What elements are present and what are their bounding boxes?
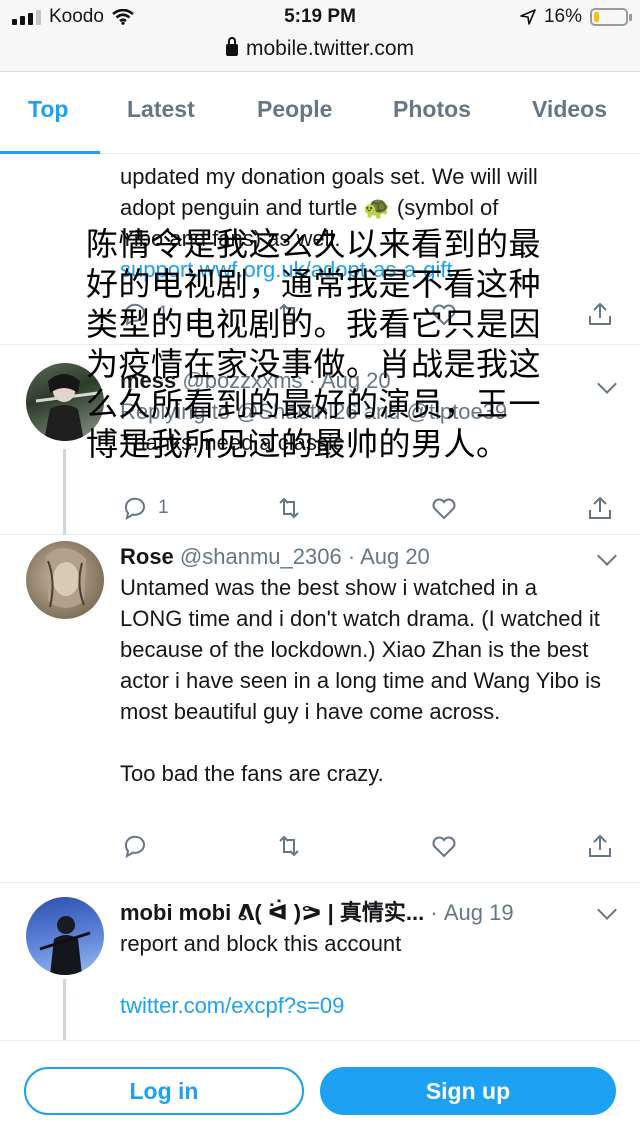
- like-button[interactable]: [430, 831, 458, 861]
- battery-icon: [590, 8, 632, 26]
- caption-line: 陈情令是我这么久以来看到的最: [86, 225, 542, 263]
- thread-line: [63, 449, 66, 535]
- author-name[interactable]: mobi mobi ᕕ( ᐛ )ᕗ | 真情实...: [120, 900, 424, 925]
- share-icon: [589, 834, 611, 857]
- heart-icon: [432, 836, 456, 858]
- retweet-icon: [279, 835, 299, 857]
- tab-videos[interactable]: Videos: [532, 96, 607, 123]
- tweet-date[interactable]: Aug 19: [444, 900, 514, 925]
- tab-latest[interactable]: Latest: [127, 96, 195, 123]
- caption-line: 好的电视剧，通常我是不看这种: [86, 265, 542, 303]
- tweet-text-2: Too bad the fans are crazy.: [120, 761, 384, 786]
- tweet-actions: [120, 831, 620, 861]
- login-button[interactable]: Log in: [24, 1067, 304, 1115]
- caption-line: 为疫情在家没事做。肖战是我这: [86, 345, 542, 383]
- tab-people[interactable]: People: [257, 96, 332, 123]
- thread-line: [63, 979, 66, 1040]
- reply-count: 1: [158, 497, 169, 518]
- lock-icon: [225, 37, 238, 56]
- share-icon: [589, 496, 611, 519]
- url-text: mobile.twitter.com: [245, 37, 415, 60]
- active-tab-indicator: [0, 151, 100, 154]
- status-right: 16%: [520, 6, 632, 28]
- tweet-actions: 1: [120, 493, 620, 523]
- share-button[interactable]: [586, 493, 614, 523]
- tweet-link[interactable]: twitter.com/excpf?s=09: [120, 990, 602, 1021]
- avatar-image: [46, 547, 86, 608]
- author-handle[interactable]: @shanmu_2306: [180, 544, 342, 569]
- reply-button[interactable]: 1: [120, 493, 169, 523]
- avatar[interactable]: [26, 897, 104, 975]
- avatar[interactable]: [26, 541, 104, 619]
- retweet-button[interactable]: [275, 831, 303, 861]
- tweet-body: mobi mobi ᕕ( ᐛ )ᕗ | 真情实... · Aug 19 repo…: [120, 897, 602, 1021]
- tweet-header: Rose @shanmu_2306 · Aug 20: [120, 541, 602, 572]
- tweet-text: Untamed was the best show i watched in a…: [120, 575, 602, 724]
- status-bar: Koodo 5:19 PM 16%: [0, 0, 640, 34]
- avatar-image: [39, 916, 91, 975]
- share-button[interactable]: [586, 831, 614, 861]
- tweet-header: mobi mobi ᕕ( ᐛ )ᕗ | 真情实... · Aug 19: [120, 897, 602, 928]
- caption-line: 么久所看到的最好的演员，王一: [86, 385, 542, 423]
- retweet-icon: [279, 497, 299, 519]
- caption-line: 博是我所见过的最帅的男人。: [86, 425, 509, 463]
- tweet-body: Rose @shanmu_2306 · Aug 20 Untamed was t…: [120, 541, 602, 789]
- like-button[interactable]: [430, 493, 458, 523]
- auth-bar: Log in Sign up: [0, 1040, 640, 1138]
- tweet[interactable]: mobi mobi ᕕ( ᐛ )ᕗ | 真情实... · Aug 19 repo…: [0, 883, 640, 1040]
- retweet-button[interactable]: [275, 493, 303, 523]
- battery-percent: 16%: [543, 6, 582, 27]
- tweet[interactable]: Rose @shanmu_2306 · Aug 20 Untamed was t…: [0, 535, 640, 883]
- reply-button[interactable]: [120, 831, 148, 861]
- tab-photos[interactable]: Photos: [393, 96, 471, 123]
- caption-line: 类型的电视剧的。我看它只是因: [86, 305, 542, 343]
- search-tabs: Top Latest People Photos Videos: [0, 72, 640, 154]
- url-bar[interactable]: mobile.twitter.com: [0, 34, 640, 72]
- tab-top[interactable]: Top: [28, 96, 68, 123]
- reply-icon: [124, 835, 145, 858]
- caption-overlay: 陈情令是我这么久以来看到的最 好的电视剧，通常我是不看这种 类型的电视剧的。我看…: [86, 224, 606, 464]
- tweet-date[interactable]: Aug 20: [360, 544, 430, 569]
- separator: ·: [430, 900, 438, 925]
- signup-button[interactable]: Sign up: [320, 1067, 616, 1115]
- tweet-text: report and block this account: [120, 931, 402, 956]
- location-arrow-icon: [520, 9, 536, 25]
- separator: ·: [347, 544, 356, 569]
- heart-icon: [432, 498, 456, 520]
- author-name[interactable]: Rose: [120, 544, 174, 569]
- reply-icon: [124, 497, 145, 520]
